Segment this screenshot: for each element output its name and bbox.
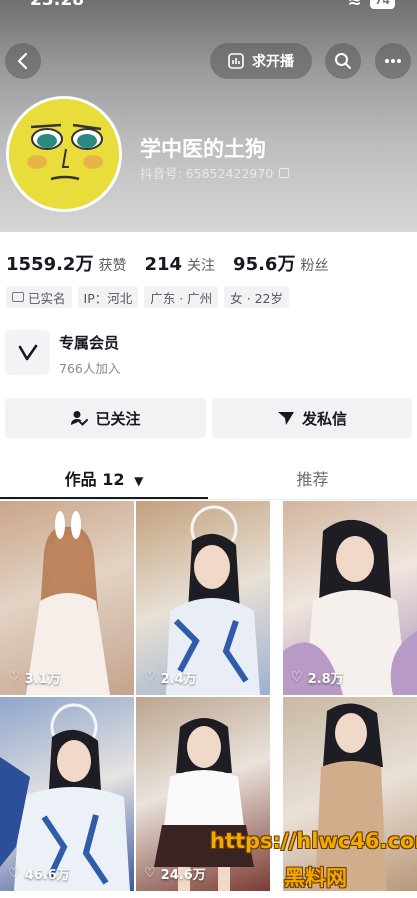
profile-tags: 已实名 IP：河北 广东 · 广州 女 · 22岁 bbox=[6, 286, 289, 308]
video-likes: ♡ 46.6万 bbox=[8, 864, 70, 883]
followed-button[interactable]: 已关注 bbox=[5, 398, 206, 438]
caret-down-icon[interactable]: ▼ bbox=[134, 474, 143, 488]
video-thumbnail bbox=[154, 718, 254, 891]
user-check-icon bbox=[71, 411, 89, 426]
heart-outline-icon: ♡ bbox=[291, 670, 303, 685]
video-tile[interactable]: ♡ 46.6万 bbox=[0, 697, 134, 891]
video-likes-count: 2.4万 bbox=[160, 672, 197, 687]
watermark-brand: 黑料网 bbox=[284, 866, 347, 890]
more-dots-icon bbox=[385, 59, 401, 63]
video-thumbnail bbox=[0, 703, 130, 891]
tag-verified: 已实名 bbox=[6, 286, 72, 308]
video-tile[interactable]: ♡ 2.4万 bbox=[136, 501, 270, 695]
video-likes-count: 2.8万 bbox=[307, 672, 344, 687]
wifi-icon: ≋ bbox=[347, 0, 362, 10]
likes-count: 1559.2万 bbox=[6, 254, 94, 275]
profile-nickname: 学中医的土狗 bbox=[140, 137, 266, 161]
following-count: 214 bbox=[144, 254, 183, 275]
following-label: 关注 bbox=[187, 258, 216, 274]
vip-v-icon bbox=[18, 344, 37, 360]
tag-verified-label: 已实名 bbox=[28, 290, 66, 306]
heart-outline-icon: ♡ bbox=[8, 670, 20, 685]
likes-label: 获赞 bbox=[98, 258, 127, 274]
video-thumbnail bbox=[166, 505, 260, 695]
copy-icon[interactable] bbox=[279, 167, 290, 178]
tag-location: 广东 · 广州 bbox=[144, 286, 219, 308]
video-tile[interactable]: ♡ 24.6万 bbox=[136, 697, 270, 891]
video-tile[interactable]: ♡ 2.8万 bbox=[283, 501, 417, 695]
search-button[interactable] bbox=[325, 43, 361, 79]
tab-divider bbox=[0, 499, 417, 500]
video-likes: ♡ 2.8万 bbox=[291, 668, 344, 687]
tab-works-label: 作品 12 bbox=[64, 470, 125, 489]
stat-likes[interactable]: 1559.2万 获赞 bbox=[6, 250, 126, 276]
heart-outline-icon: ♡ bbox=[8, 866, 20, 881]
video-likes-count: 46.6万 bbox=[24, 868, 70, 883]
tag-ip: IP：河北 bbox=[77, 286, 139, 308]
member-entry[interactable] bbox=[5, 330, 50, 375]
stat-followers[interactable]: 95.6万 粉丝 bbox=[233, 250, 328, 276]
send-icon bbox=[277, 412, 294, 425]
video-thumbnail bbox=[26, 511, 110, 695]
status-bar: 23:28 ≋ 74 bbox=[0, 0, 417, 12]
profile-header: 23:28 ≋ 74 求开播 学中医的土狗 抖音号: 65852422970 bbox=[0, 0, 417, 232]
video-likes-count: 3.1万 bbox=[24, 672, 61, 687]
avatar-image bbox=[9, 99, 119, 209]
heart-outline-icon: ♡ bbox=[144, 670, 156, 685]
request-live-label: 求开播 bbox=[252, 54, 294, 70]
request-live-button[interactable]: 求开播 bbox=[210, 43, 312, 79]
followers-count: 95.6万 bbox=[233, 254, 296, 275]
profile-stats: 1559.2万 获赞 214 关注 95.6万 粉丝 bbox=[6, 250, 346, 276]
status-icons: ≋ 74 bbox=[347, 0, 395, 10]
member-subtitle: 766人加入 bbox=[59, 361, 121, 376]
avatar-face-illustration bbox=[9, 99, 119, 209]
followers-label: 粉丝 bbox=[300, 258, 329, 274]
message-label: 发私信 bbox=[301, 409, 347, 428]
video-likes: ♡ 24.6万 bbox=[144, 864, 206, 883]
chevron-left-icon bbox=[17, 52, 28, 70]
tab-recommend[interactable]: 推荐 bbox=[208, 466, 417, 490]
followed-label: 已关注 bbox=[95, 409, 141, 428]
douyin-id[interactable]: 抖音号: 65852422970 bbox=[140, 163, 290, 182]
live-chart-icon bbox=[228, 53, 244, 69]
tag-gender-age: 女 · 22岁 bbox=[224, 286, 289, 308]
member-title[interactable]: 专属会员 bbox=[59, 332, 119, 353]
video-thumbnail bbox=[283, 519, 417, 695]
status-time: 23:28 bbox=[30, 0, 85, 10]
id-card-icon bbox=[12, 292, 24, 302]
more-button[interactable] bbox=[375, 43, 411, 79]
tab-works[interactable]: 作品 12 ▼ bbox=[0, 466, 208, 490]
heart-outline-icon: ♡ bbox=[144, 866, 156, 881]
stat-following[interactable]: 214 关注 bbox=[144, 254, 215, 275]
back-button[interactable] bbox=[5, 43, 41, 79]
video-likes: ♡ 3.1万 bbox=[8, 668, 61, 687]
watermark-url: https://hlwc46.com bbox=[210, 829, 417, 853]
video-likes-count: 24.6万 bbox=[160, 868, 206, 883]
video-likes: ♡ 2.4万 bbox=[144, 668, 197, 687]
battery-icon: 74 bbox=[369, 0, 395, 9]
search-icon bbox=[335, 53, 351, 69]
message-button[interactable]: 发私信 bbox=[212, 398, 412, 438]
avatar[interactable] bbox=[6, 96, 122, 212]
douyin-id-text: 抖音号: 65852422970 bbox=[140, 166, 274, 181]
video-tile[interactable]: ♡ 3.1万 bbox=[0, 501, 134, 695]
